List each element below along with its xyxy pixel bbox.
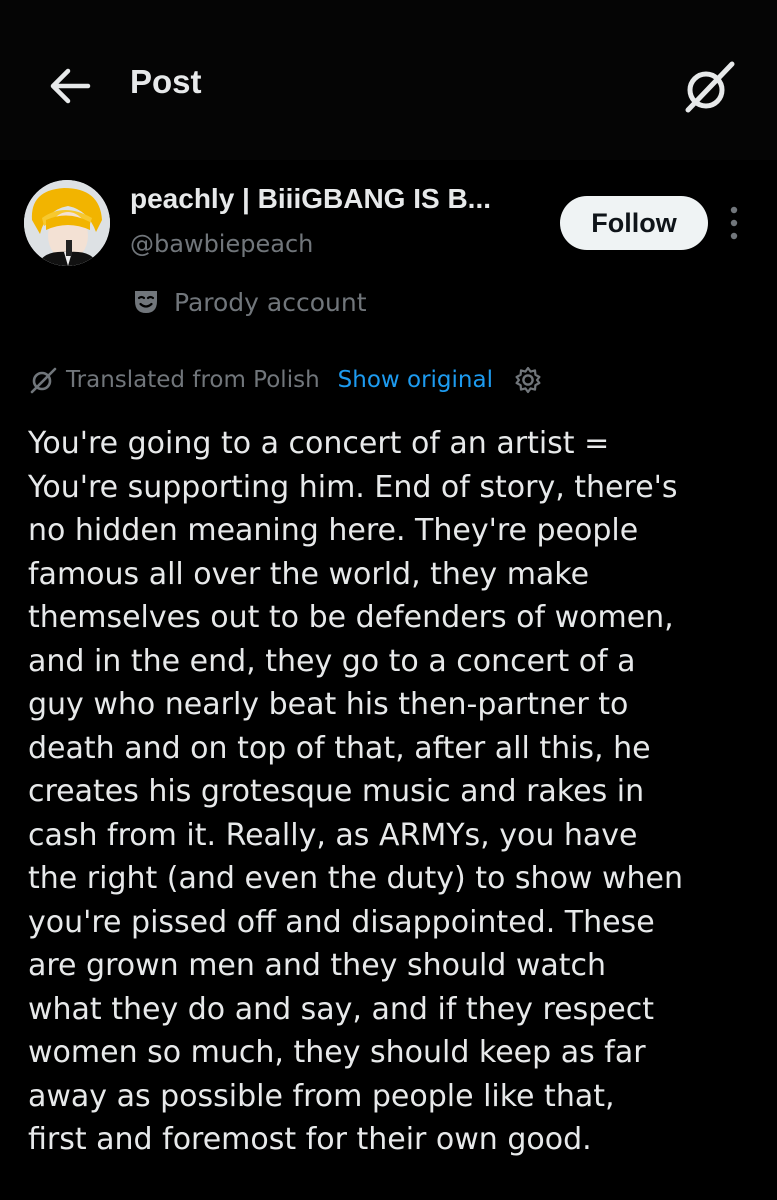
post-text-line: no hidden meaning here. They're people xyxy=(28,513,639,548)
grok-button[interactable] xyxy=(676,56,740,120)
grok-icon xyxy=(30,367,57,394)
post-text-line: you're pissed off and disappointed. Thes… xyxy=(28,904,655,940)
post-text-line: themselves out to be defenders of women, xyxy=(28,600,674,635)
post-text-line: You're going to a concert of an artist = xyxy=(28,426,610,461)
arrow-left-icon xyxy=(50,68,91,104)
post-text-line: what they do and say, and if they respec… xyxy=(28,991,654,1027)
more-options-button[interactable] xyxy=(722,202,746,244)
post-text-line: famous all over the world, they make xyxy=(28,556,590,592)
post-text-line: and in the end, they go to a concert of … xyxy=(28,643,636,679)
post-text-line: women so much, they should keep as far xyxy=(28,1035,646,1070)
back-button[interactable] xyxy=(40,62,96,110)
page-title: Post xyxy=(130,63,202,100)
parody-label: Parody account xyxy=(174,287,367,317)
translation-bar: Translated from Polish Show original xyxy=(28,362,543,398)
post-text-line: away as possible from people like that, xyxy=(28,1078,615,1114)
post-text: You're going to a concert of an artist =… xyxy=(28,422,758,1162)
author-handle[interactable]: @bawbiepeach xyxy=(130,230,313,258)
post-text-line: the right (and even the duty) to show wh… xyxy=(28,861,684,896)
avatar-image xyxy=(24,180,110,266)
more-vertical-icon xyxy=(730,206,738,240)
translated-from-label: Translated from Polish xyxy=(66,367,320,393)
post-text-line: guy who nearly beat his then-partner to xyxy=(28,687,629,722)
post-text-line: first and foremost for their own good. xyxy=(28,1122,592,1157)
grok-icon xyxy=(685,61,735,113)
post-text-line: death and on top of that, after all this… xyxy=(28,730,651,766)
avatar[interactable] xyxy=(24,180,110,266)
post-text-line: are grown men and they should watch xyxy=(28,948,607,983)
post-text-line: You're supporting him. End of story, the… xyxy=(28,469,678,505)
gear-icon[interactable] xyxy=(513,365,543,395)
mask-icon xyxy=(135,291,157,313)
parody-badge: Parody account xyxy=(132,284,367,320)
show-original-link[interactable]: Show original xyxy=(338,367,493,393)
follow-button[interactable]: Follow xyxy=(560,196,708,250)
top-bar: Post xyxy=(0,0,777,160)
post-text-line: cash from it. Really, as ARMYs, you have xyxy=(28,817,638,853)
author-display-name[interactable]: peachly | BiiiGBANG IS B... xyxy=(130,183,550,215)
post-text-line: creates his grotesque music and rakes in xyxy=(28,774,645,809)
